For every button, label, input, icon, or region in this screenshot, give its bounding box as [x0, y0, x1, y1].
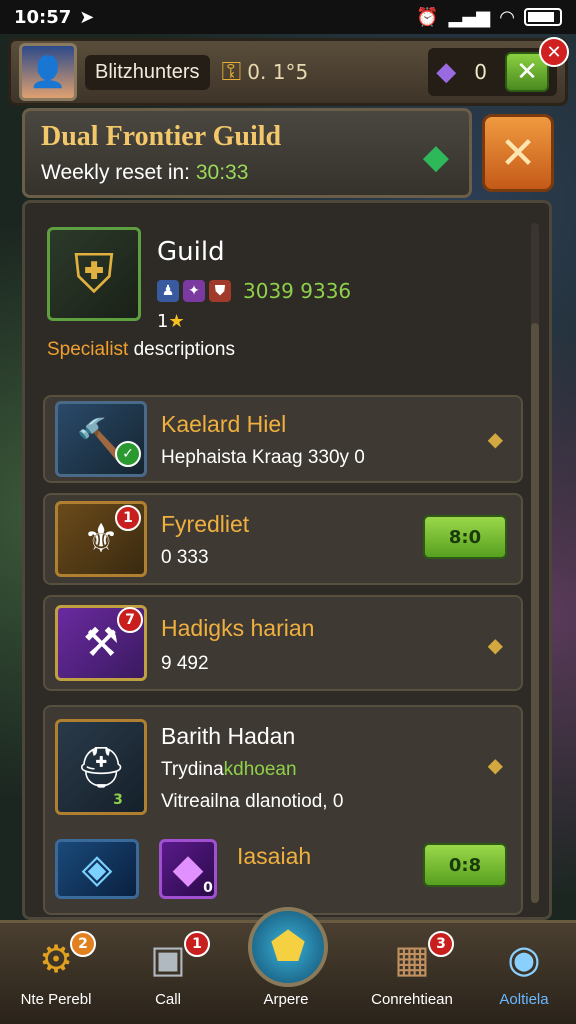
nav-label: Aoltiela — [499, 991, 549, 1008]
diamond-icon: ◆ — [487, 753, 503, 777]
reset-timer: 30:33 — [195, 161, 249, 184]
alarm-icon: ⏰ — [416, 6, 439, 28]
status-bar: 10:57 ➤ ⏰ ▂▄▆ ◠ — [0, 0, 576, 34]
item-title: Hadigks harian — [161, 615, 315, 641]
diamond-icon: ◆ — [487, 633, 503, 657]
helmet-icon: ⛑ — [55, 719, 147, 815]
nav-badge: 2 — [70, 931, 96, 957]
emerald-icon: ◆ — [422, 137, 449, 177]
shield-icon: ⛊ — [209, 280, 231, 302]
nav-label: Call — [155, 991, 181, 1008]
send-icon: ➤ — [79, 6, 95, 28]
close-button[interactable]: ✕ — [482, 114, 554, 192]
claim-button[interactable]: 0:8 — [423, 843, 507, 887]
item-title: Kaelard Hiel — [161, 411, 287, 437]
item-subtitle: 9 492 — [161, 653, 209, 674]
count-badge: 1 — [115, 505, 141, 531]
item-title: Barith Hadan — [161, 723, 296, 749]
clock: 10:57 — [14, 6, 72, 28]
crystal-icon: ◈ — [55, 839, 139, 899]
nav-settings[interactable]: ⚙ 2 Nte Perebl — [6, 931, 106, 1008]
item-subtitle: Hephaista Kraag 330y 0 — [161, 447, 365, 468]
page-title: Dual Frontier Guild — [41, 121, 282, 152]
desc-text: descriptions — [128, 339, 235, 360]
rank-value: 1 — [157, 311, 169, 332]
guild-stats: 3039 9336 — [243, 279, 352, 303]
item-title: Fyredliet — [161, 511, 250, 537]
guild-emblem-icon[interactable]: ⛨ — [47, 227, 141, 321]
list-item[interactable]: ⚜ 1 Fyredliet 0 333 8:0 — [43, 493, 523, 585]
close-window-button[interactable]: ✕ — [539, 37, 569, 67]
item-subtitle: 0 333 — [161, 547, 209, 568]
bottom-nav: ⚙ 2 Nte Perebl ▣ 1 Call ⬟ Arpere ▦ 3 Con… — [0, 907, 576, 1024]
item-title: Iasaiah — [237, 843, 312, 869]
nav-connection[interactable]: ▦ 3 Conrehtiean — [362, 931, 462, 1008]
nav-badge: 1 — [184, 931, 210, 957]
gem-resource: ◆ 0 ✕ — [428, 48, 557, 96]
guild-header: Dual Frontier Guild Weekly reset in: 30:… — [22, 108, 472, 198]
nav-arena[interactable]: Arpere — [236, 987, 336, 1008]
guild-description: Specialist descriptions — [47, 339, 235, 361]
wifi-icon: ◠ — [500, 6, 514, 28]
desc-highlight: Specialist — [47, 339, 129, 360]
gold-resource: ⚿ 0. 1°5 — [222, 57, 309, 88]
gold-value: 0. 1°5 — [247, 60, 309, 84]
subtitle-highlight: kdhoean — [223, 759, 297, 780]
member-icon: ♟ — [157, 280, 179, 302]
item-detail: Vitreailna dlanotiod, 0 — [161, 791, 344, 812]
nav-label: Nte Perebl — [20, 991, 92, 1008]
diamond-icon: ◆ — [487, 427, 503, 451]
list-item-expanded[interactable]: ⛑ Barith Hadan Trydinakdhoean Vitreailna… — [43, 705, 523, 915]
scrollbar-thumb[interactable] — [531, 323, 539, 903]
subtitle-part: Trydina — [161, 759, 224, 780]
avatar[interactable]: 👤 — [19, 43, 77, 101]
nav-label: Arpere — [263, 991, 309, 1008]
list-item[interactable]: ⚒ 7 Hadigks harian 9 492 ◆ — [43, 595, 523, 691]
guild-panel: ⛨ Guild ♟ ✦ ⛊ 3039 9336 1★ Specialist de… — [22, 200, 552, 920]
magic-icon: ✦ — [183, 280, 205, 302]
nav-badge: 3 — [428, 931, 454, 957]
gem-chest-icon: ◆ — [436, 57, 457, 87]
battery-icon — [524, 8, 562, 26]
guild-rank: 1★ — [157, 311, 185, 332]
nav-label: Conrehtiean — [371, 991, 453, 1008]
item-subtitle: Trydinakdhoean — [161, 759, 297, 781]
star-icon: ★ — [168, 311, 185, 332]
guild-card: ⛨ Guild ♟ ✦ ⛊ 3039 9336 1★ Specialist de… — [47, 227, 517, 377]
claim-button[interactable]: 8:0 — [423, 515, 507, 559]
resource-bar: 👤 Blitzhunters ⚿ 0. 1°5 ◆ 0 ✕ ✕ — [8, 37, 569, 106]
check-badge: ✓ — [115, 441, 141, 467]
home-crest-icon[interactable]: ⬟ — [248, 907, 328, 987]
guild-stats-row: ♟ ✦ ⛊ 3039 9336 — [157, 279, 351, 303]
player-name[interactable]: Blitzhunters — [85, 54, 210, 90]
list-item[interactable]: 🔨 ✓ Kaelard Hiel Hephaista Kraag 330y 0 … — [43, 395, 523, 483]
level-badge: 3 — [113, 792, 123, 808]
weekly-reset: Weekly reset in: 30:33 — [41, 161, 453, 185]
reset-label: Weekly reset in: — [41, 161, 196, 184]
nav-chat[interactable]: ◉ Aoltiela — [474, 931, 574, 1008]
signal-icon: ▂▄▆ — [448, 6, 491, 28]
chat-bubble-icon: ◉ — [507, 937, 541, 981]
amethyst-count: 0 — [203, 880, 213, 896]
count-badge: 7 — [117, 607, 143, 633]
gem-value: 0 — [474, 60, 487, 84]
nav-call[interactable]: ▣ 1 Call — [118, 931, 218, 1008]
guild-name: Guild — [157, 237, 225, 267]
key-icon: ⚿ — [221, 56, 242, 87]
